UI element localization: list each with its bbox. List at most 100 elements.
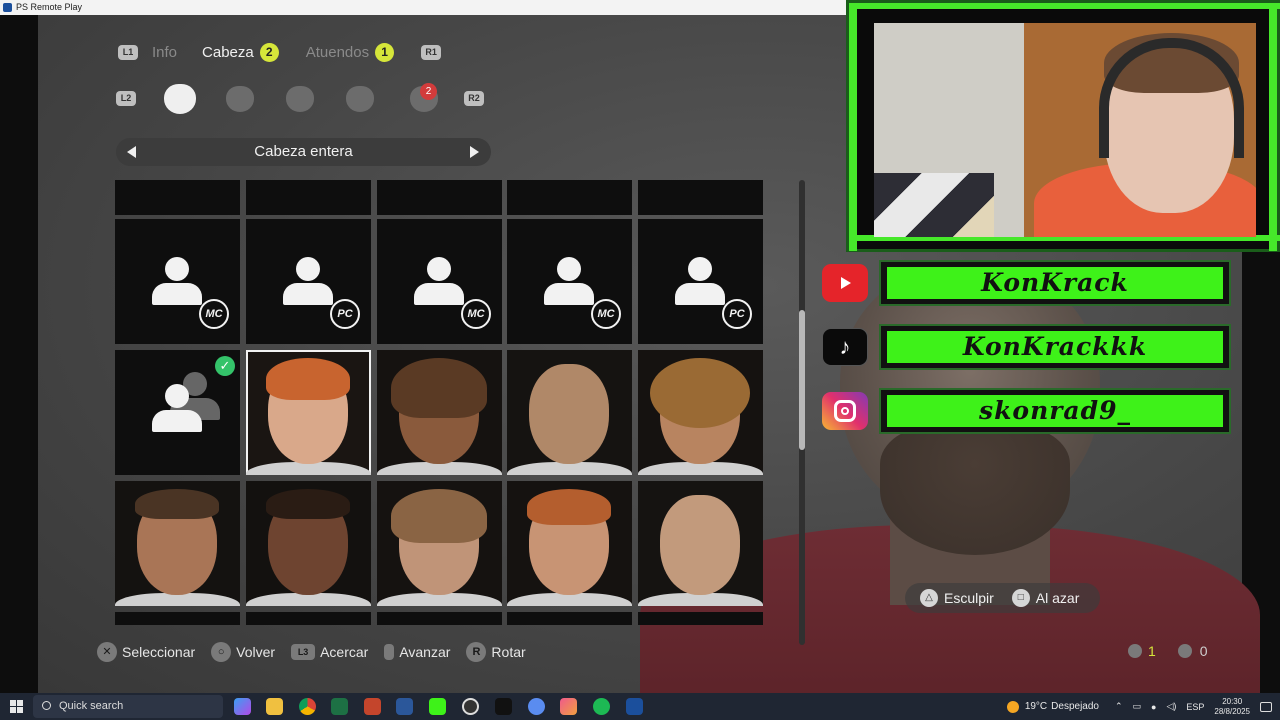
grid-cell[interactable] (115, 612, 240, 625)
l2-button-icon[interactable]: L2 (116, 91, 136, 106)
search-icon (42, 701, 51, 710)
chrome-icon[interactable] (299, 698, 316, 715)
grid-cell-face[interactable] (115, 481, 240, 606)
sculpt-action[interactable]: △ Esculpir (920, 589, 994, 607)
language-indicator[interactable]: ESP (1186, 702, 1204, 712)
grid-cell-face-selected[interactable] (246, 350, 371, 475)
windows-start-icon[interactable] (10, 700, 23, 713)
ps-remote-play-taskbar-icon[interactable] (626, 698, 643, 715)
tab-cabeza[interactable]: Cabeza 2 (202, 42, 279, 62)
head-preset-selector[interactable]: Cabeza entera (116, 138, 491, 166)
like-icon (1128, 644, 1142, 658)
random-action[interactable]: □ Al azar (1011, 589, 1079, 607)
beard-icon[interactable]: 2 (410, 83, 438, 112)
l1-button-icon[interactable]: L1 (118, 44, 138, 60)
hint-select[interactable]: ✕ Seleccionar (97, 642, 195, 662)
file-explorer-icon[interactable] (266, 698, 283, 715)
r2-button-icon[interactable]: R2 (464, 91, 484, 106)
webcam-video (874, 23, 1256, 237)
hint-advance[interactable]: Avanzar (384, 644, 450, 660)
user-silhouette-icon (674, 257, 726, 309)
tiktok-icon: ♪ (822, 328, 868, 366)
grid-scrollbar[interactable] (799, 180, 805, 645)
kick-icon[interactable] (429, 698, 446, 715)
excel-icon[interactable] (331, 698, 348, 715)
grid-cell[interactable] (638, 612, 763, 625)
mc-tag-icon: MC (591, 299, 621, 329)
microphone-icon[interactable]: ● (1151, 702, 1156, 712)
browser-icon[interactable] (528, 698, 545, 715)
social-instagram: skonrad9_ (822, 388, 1232, 434)
hair-icon[interactable] (226, 86, 254, 112)
grid-cell[interactable] (246, 180, 371, 215)
selector-label: Cabeza entera (254, 143, 353, 160)
status-counts: 1 0 (1128, 643, 1208, 659)
selector-right-arrow-icon[interactable] (470, 146, 479, 158)
face-preview (529, 364, 609, 464)
obs-icon[interactable] (462, 698, 479, 715)
user-silhouette-icon (151, 257, 203, 309)
grid-cell-generic[interactable]: PC (246, 219, 371, 344)
grid-cell-generic[interactable]: PC (638, 219, 763, 344)
clock[interactable]: 20:30 28/8/2025 (1214, 697, 1250, 717)
grid-cell-face[interactable] (246, 481, 371, 606)
word-icon[interactable] (396, 698, 413, 715)
powerpoint-icon[interactable] (364, 698, 381, 715)
r1-button-icon[interactable]: R1 (421, 44, 442, 60)
grid-cell-multi-user[interactable]: ✓ (115, 350, 240, 475)
app-icon[interactable] (560, 698, 577, 715)
grid-cell[interactable] (638, 180, 763, 215)
user-silhouette-icon (413, 257, 465, 309)
notification-icon[interactable] (1260, 701, 1272, 712)
grid-cell[interactable] (246, 612, 371, 625)
tray-chevron-icon[interactable]: ⌃ (1115, 701, 1123, 712)
hint-zoom[interactable]: L3 Acercar (291, 644, 368, 660)
grid-cell-generic[interactable]: MC (507, 219, 632, 344)
weather-widget[interactable]: 19°C Despejado (1006, 700, 1099, 713)
face-icon[interactable] (286, 86, 314, 112)
grid-cell[interactable] (377, 612, 502, 625)
copilot-icon[interactable] (234, 698, 251, 715)
grid-cell-generic[interactable]: MC (115, 219, 240, 344)
grid-cell-face[interactable] (377, 481, 502, 606)
grid-cell[interactable] (507, 612, 632, 625)
social-tiktok: ♪ KonKrackkk (822, 324, 1232, 370)
whole-head-icon[interactable] (166, 86, 194, 112)
grid-cell-face[interactable] (507, 350, 632, 475)
head-preset-grid: MC PC MC MC PC ✓ (115, 180, 763, 625)
triangle-button-icon: △ (920, 589, 938, 607)
tiktok-app-icon[interactable] (495, 698, 512, 715)
selector-left-arrow-icon[interactable] (127, 146, 136, 158)
beard-notification-badge: 2 (420, 83, 437, 100)
pc-tag-icon: PC (722, 299, 752, 329)
tab-cabeza-badge: 2 (259, 42, 279, 62)
volume-icon[interactable]: ◁) (1166, 701, 1176, 712)
controller-hints: ✕ Seleccionar ○ Volver L3 Acercar Avanza… (97, 640, 542, 664)
hint-back[interactable]: ○ Volver (211, 642, 275, 662)
grid-cell[interactable] (507, 180, 632, 215)
tab-info[interactable]: Info (152, 44, 177, 61)
ears-icon[interactable] (346, 86, 374, 112)
category-tabs: L1 Info Cabeza 2 Atuendos 1 R1 (118, 42, 442, 62)
network-icon[interactable]: ▭ (1133, 701, 1142, 712)
mc-tag-icon: MC (199, 299, 229, 329)
grid-cell[interactable] (377, 180, 502, 215)
grid-cell-face[interactable] (638, 481, 763, 606)
users-icon (1177, 644, 1192, 658)
scrollbar-thumb[interactable] (799, 310, 805, 450)
grid-cell-face[interactable] (507, 481, 632, 606)
window-title: PS Remote Play (16, 2, 83, 12)
youtube-handle: KonKrack (887, 267, 1223, 299)
tab-atuendos[interactable]: Atuendos 1 (306, 42, 395, 62)
spotify-icon[interactable] (593, 698, 610, 715)
selected-check-icon: ✓ (215, 356, 235, 376)
like-count: 1 (1148, 643, 1156, 659)
grid-cell-generic[interactable]: MC (377, 219, 502, 344)
hint-rotate[interactable]: R Rotar (466, 642, 526, 662)
youtube-icon (822, 264, 868, 302)
grid-cell-face[interactable] (377, 350, 502, 475)
grid-cell-face[interactable] (638, 350, 763, 475)
grid-cell[interactable] (115, 180, 240, 215)
taskbar-search[interactable]: Quick search (33, 695, 223, 718)
weather-icon (1006, 700, 1019, 713)
